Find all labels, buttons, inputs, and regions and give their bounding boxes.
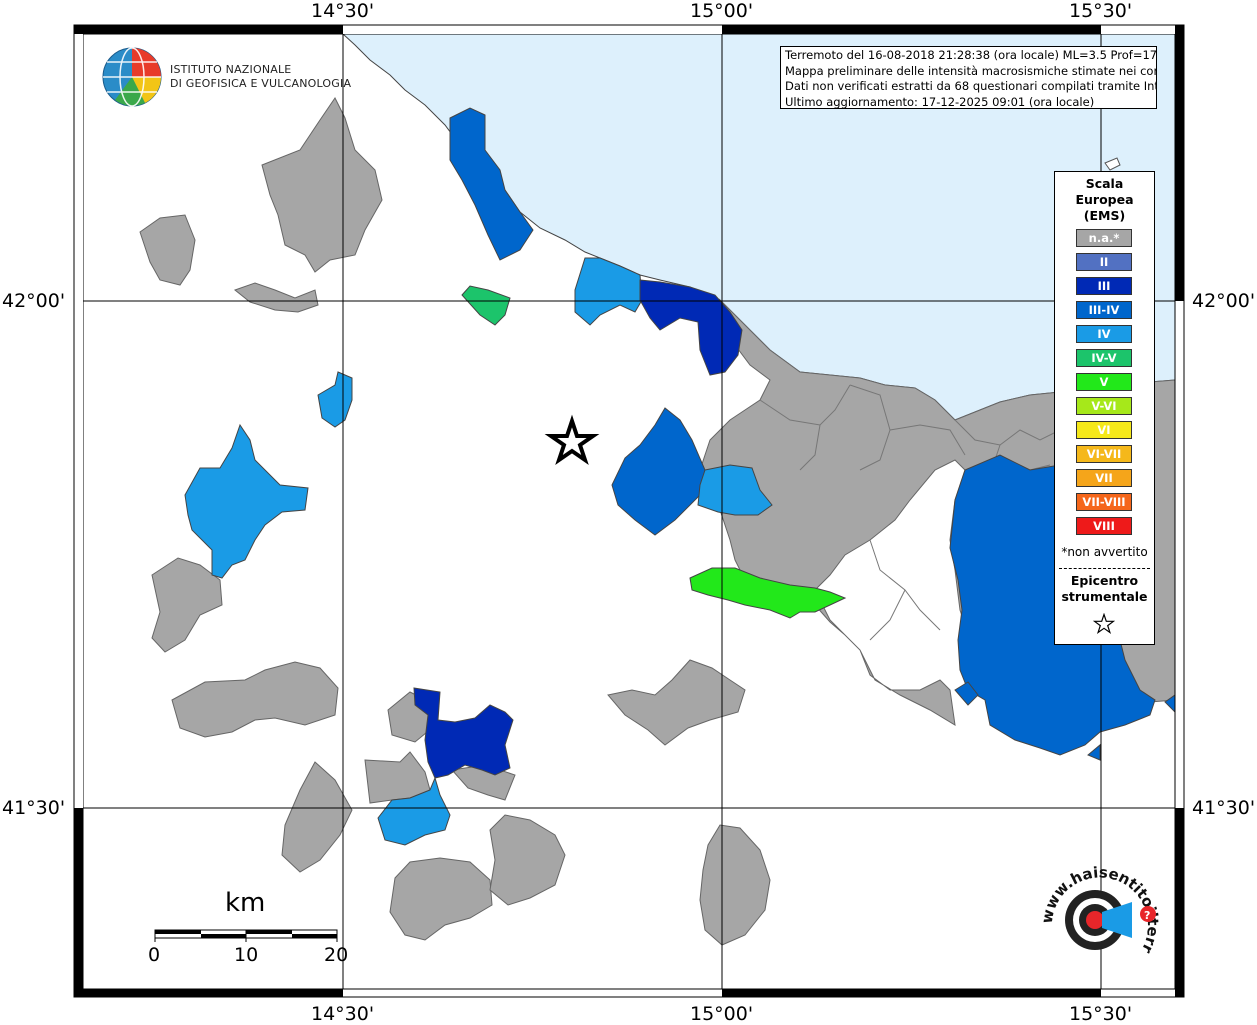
scale-label-0: 0 bbox=[148, 944, 161, 966]
legend-item: II bbox=[1076, 253, 1132, 271]
lat-tick-left-2: 41°30' bbox=[2, 797, 66, 819]
municipality-boundary bbox=[869, 539, 941, 631]
intensity-legend: Scala Europea (EMS) n.a.* II III III-IV IV IV… bbox=[1054, 171, 1155, 645]
municipality-na bbox=[699, 824, 771, 946]
municipality-iii bbox=[413, 687, 514, 779]
lon-tick-top-2: 15°00' bbox=[690, 0, 754, 22]
municipality-iv-v bbox=[461, 285, 511, 326]
legend-items: n.a.* II III III-IV IV IV-V V V-VI VI VI-VII VII VI… bbox=[1076, 229, 1132, 541]
legend-item: VI bbox=[1076, 421, 1132, 439]
svg-text:?: ? bbox=[1144, 909, 1150, 922]
legend-item: VII-VIII bbox=[1076, 493, 1132, 511]
municipality-boundary bbox=[869, 589, 906, 641]
scale-bar bbox=[154, 929, 338, 942]
event-info-line4: Ultimo aggiornamento: 17-12-2025 09:01 (… bbox=[785, 94, 1095, 109]
legend-item: n.a.* bbox=[1076, 229, 1132, 247]
lon-tick-bottom-1: 14°30' bbox=[311, 1003, 375, 1025]
lat-tick-right-1: 42°00' bbox=[1192, 290, 1256, 312]
municipality-na bbox=[261, 97, 383, 273]
municipality-iii-iv bbox=[611, 407, 706, 536]
legend-note: *non avvertito bbox=[1061, 545, 1148, 559]
lat-tick-left-1: 42°00' bbox=[2, 290, 66, 312]
municipality-iv bbox=[317, 371, 353, 428]
legend-item: III bbox=[1076, 277, 1132, 295]
legend-epicenter-line2: strumentale bbox=[1061, 589, 1148, 604]
municipality-na bbox=[489, 814, 566, 906]
municipality-na bbox=[607, 659, 746, 746]
legend-item: III-IV bbox=[1076, 301, 1132, 319]
municipality-na bbox=[233, 282, 319, 313]
legend-item: V-VI bbox=[1076, 397, 1132, 415]
lon-tick-top-3: 15°30' bbox=[1069, 0, 1133, 22]
legend-epicenter-label: Epicentro strumentale bbox=[1055, 573, 1154, 605]
event-info-line2: Mappa preliminare delle intensità macros… bbox=[785, 63, 1157, 78]
legend-star-icon bbox=[1093, 613, 1115, 635]
lon-tick-top-1: 14°30' bbox=[311, 0, 375, 22]
legend-item: V bbox=[1076, 373, 1132, 391]
institute-name-line1: ISTITUTO NAZIONALE bbox=[170, 63, 292, 76]
municipality-na bbox=[389, 857, 493, 941]
legend-item: IV-V bbox=[1076, 349, 1132, 367]
municipality-na bbox=[139, 214, 196, 286]
scale-unit-label: km bbox=[225, 888, 266, 918]
municipality-na bbox=[281, 761, 353, 873]
legend-title-line2: Europea bbox=[1075, 192, 1134, 207]
legend-item: IV bbox=[1076, 325, 1132, 343]
epicenter-star bbox=[544, 414, 600, 466]
lon-tick-bottom-3: 15°30' bbox=[1069, 1003, 1133, 1025]
ingv-logo bbox=[102, 47, 162, 107]
legend-title-line3: (EMS) bbox=[1083, 208, 1126, 223]
legend-item: VIII bbox=[1076, 517, 1132, 535]
municipality-iii-iv bbox=[1087, 743, 1101, 761]
municipality-iv bbox=[184, 423, 309, 579]
lat-tick-right-2: 41°30' bbox=[1192, 797, 1256, 819]
lon-tick-bottom-2: 15°00' bbox=[690, 1003, 754, 1025]
legend-title-line1: Scala bbox=[1085, 176, 1124, 191]
event-info-box: Terremoto del 16-08-2018 21:28:38 (ora l… bbox=[780, 46, 1157, 109]
legend-title: Scala Europea (EMS) bbox=[1055, 176, 1154, 224]
legend-item: VII bbox=[1076, 469, 1132, 487]
institute-name: ISTITUTO NAZIONALE DI GEOFISICA E VULCAN… bbox=[170, 63, 351, 91]
legend-separator bbox=[1059, 568, 1150, 569]
haisentito-logo: www.haisentitoilterremoto.it ? bbox=[1040, 862, 1160, 957]
scale-label-20: 20 bbox=[324, 944, 349, 966]
institute-name-line2: DI GEOFISICA E VULCANOLOGIA bbox=[170, 77, 352, 90]
municipality-na bbox=[171, 661, 339, 738]
event-info-line1: Terremoto del 16-08-2018 21:28:38 (ora l… bbox=[785, 48, 1157, 62]
legend-epicenter-line1: Epicentro bbox=[1070, 573, 1139, 588]
legend-item: VI-VII bbox=[1076, 445, 1132, 463]
event-info-line3: Dati non verificati estratti da 68 quest… bbox=[785, 79, 1157, 93]
scale-label-10: 10 bbox=[234, 944, 259, 966]
